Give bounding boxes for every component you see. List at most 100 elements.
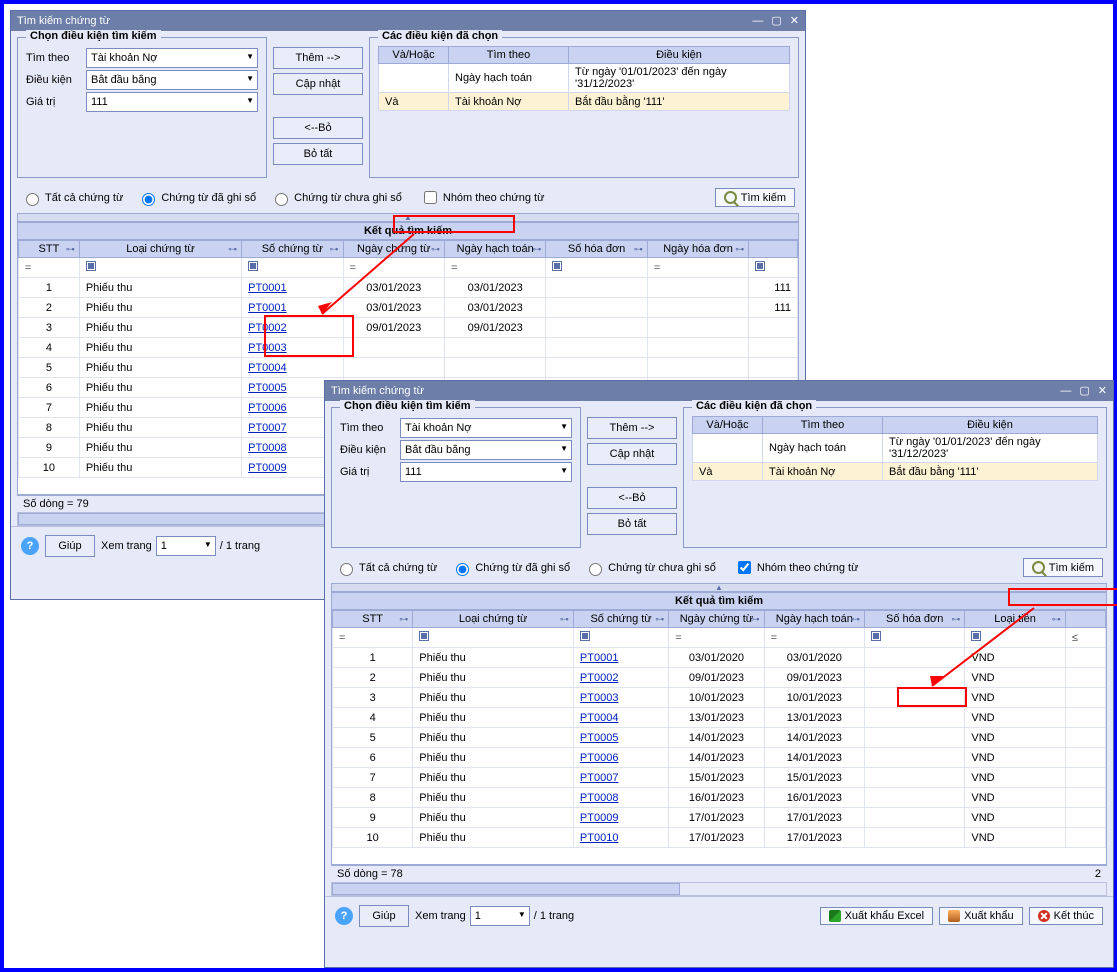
close-icon[interactable]: ✕	[790, 12, 799, 30]
grid-hdr-nht[interactable]: Ngày hạch toán⊶	[444, 241, 545, 258]
pin-icon[interactable]: ⊶	[735, 244, 744, 255]
btn-help[interactable]: Giúp	[359, 905, 409, 927]
btn-close[interactable]: Kết thúc	[1029, 907, 1103, 925]
chk-nhom[interactable]: Nhóm theo chứng từ	[420, 188, 545, 207]
field-dieukien[interactable]	[400, 440, 572, 460]
voucher-link[interactable]: PT0006	[580, 752, 619, 764]
pin-icon[interactable]: ⊶	[751, 614, 760, 625]
help-icon[interactable]: ?	[21, 537, 39, 555]
titlebar[interactable]: Tìm kiếm chứng từ — ▢ ✕	[325, 381, 1113, 401]
grid-hdr-so[interactable]: Số chứng từ⊶	[242, 241, 343, 258]
voucher-link[interactable]: PT0004	[248, 362, 287, 374]
table-row[interactable]: 2Phiếu thuPT000209/01/202309/01/2023VND	[333, 668, 1106, 688]
filter-icon[interactable]	[755, 261, 765, 271]
voucher-link[interactable]: PT0006	[248, 402, 287, 414]
pin-icon[interactable]: ⊶	[560, 614, 569, 625]
close-icon[interactable]: ✕	[1098, 382, 1107, 400]
voucher-link[interactable]: PT0009	[580, 812, 619, 824]
field-dieukien[interactable]	[86, 70, 258, 90]
table-row[interactable]: 4Phiếu thuPT000413/01/202313/01/2023VND	[333, 708, 1106, 728]
voucher-link[interactable]: PT0003	[248, 342, 287, 354]
btn-botat[interactable]: Bỏ tất	[273, 143, 363, 165]
help-icon[interactable]: ?	[335, 907, 353, 925]
btn-bo[interactable]: <--Bỏ	[587, 487, 677, 509]
table-row[interactable]: 7Phiếu thuPT000715/01/202315/01/2023VND	[333, 768, 1106, 788]
field-timtheo[interactable]	[86, 48, 258, 68]
voucher-link[interactable]: PT0004	[580, 712, 619, 724]
radio-chua[interactable]: Chứng từ chưa ghi sổ	[270, 190, 402, 206]
table-row[interactable]: 5Phiếu thuPT0004	[19, 358, 798, 378]
cond-table[interactable]: Và/Hoặc Tìm theo Điều kiện Ngày hạch toá…	[692, 416, 1098, 481]
grid-hdr-loai[interactable]: Loại chứng từ⊶	[79, 241, 241, 258]
radio-chua[interactable]: Chứng từ chưa ghi sổ	[584, 560, 716, 576]
page-input[interactable]	[470, 906, 530, 926]
table-row[interactable]: 8Phiếu thuPT000816/01/202316/01/2023VND	[333, 788, 1106, 808]
table-row[interactable]: 3Phiếu thuPT000209/01/202309/01/2023	[19, 318, 798, 338]
btn-capnhat[interactable]: Cập nhật	[587, 443, 677, 465]
splitter-collapse[interactable]: ▲	[17, 213, 799, 222]
btn-help[interactable]: Giúp	[45, 535, 95, 557]
pin-icon[interactable]: ⊶	[66, 244, 75, 255]
btn-capnhat[interactable]: Cập nhật	[273, 73, 363, 95]
voucher-link[interactable]: PT0007	[580, 772, 619, 784]
chk-nhom[interactable]: Nhóm theo chứng từ	[734, 558, 859, 577]
field-giatri[interactable]	[400, 462, 572, 482]
btn-export-excel[interactable]: Xuất khẩu Excel	[820, 907, 934, 925]
pin-icon[interactable]: ⊶	[851, 614, 860, 625]
pin-icon[interactable]: ⊶	[634, 244, 643, 255]
table-row[interactable]: 9Phiếu thuPT000917/01/202317/01/2023VND	[333, 808, 1106, 828]
radio-all[interactable]: Tất cả chứng từ	[21, 190, 123, 206]
radio-all[interactable]: Tất cả chứng từ	[335, 560, 437, 576]
table-row[interactable]: 3Phiếu thuPT000310/01/202310/01/2023VND	[333, 688, 1106, 708]
pin-icon[interactable]: ⊶	[228, 244, 237, 255]
minimize-icon[interactable]: —	[752, 12, 763, 30]
btn-export[interactable]: Xuất khẩu	[939, 907, 1023, 925]
maximize-icon[interactable]: ▢	[771, 12, 781, 30]
voucher-link[interactable]: PT0008	[580, 792, 619, 804]
grid-hdr-stt[interactable]: STT⊶	[19, 241, 80, 258]
maximize-icon[interactable]: ▢	[1079, 382, 1089, 400]
btn-bo[interactable]: <--Bỏ	[273, 117, 363, 139]
filter-icon[interactable]	[871, 631, 881, 641]
btn-them[interactable]: Thêm -->	[587, 417, 677, 439]
table-row[interactable]: 4Phiếu thuPT0003	[19, 338, 798, 358]
voucher-link[interactable]: PT0002	[248, 322, 287, 334]
btn-them[interactable]: Thêm -->	[273, 47, 363, 69]
voucher-link[interactable]: PT0008	[248, 442, 287, 454]
minimize-icon[interactable]: —	[1060, 382, 1071, 400]
filter-icon[interactable]	[86, 261, 96, 271]
cond-hdr-tt[interactable]: Tìm theo	[449, 47, 569, 64]
table-row[interactable]: 1Phiếu thuPT000103/01/202003/01/2020VND	[333, 648, 1106, 668]
grid-hdr-nct[interactable]: Ngày chứng từ⊶	[343, 241, 444, 258]
pin-icon[interactable]: ⊶	[330, 244, 339, 255]
field-timtheo[interactable]	[400, 418, 572, 438]
voucher-link[interactable]: PT0009	[248, 462, 287, 474]
voucher-link[interactable]: PT0005	[248, 382, 287, 394]
table-row[interactable]: 10Phiếu thuPT001017/01/202317/01/2023VND	[333, 828, 1106, 848]
pin-icon[interactable]: ⊶	[655, 614, 664, 625]
voucher-link[interactable]: PT0010	[580, 832, 619, 844]
cond-hdr-vh[interactable]: Và/Hoặc	[379, 47, 449, 64]
filter-icon[interactable]	[580, 631, 590, 641]
filter-icon[interactable]	[419, 631, 429, 641]
table-row[interactable]: 5Phiếu thuPT000514/01/202314/01/2023VND	[333, 728, 1106, 748]
pin-icon[interactable]: ⊶	[431, 244, 440, 255]
filter-icon[interactable]	[552, 261, 562, 271]
table-row[interactable]: 6Phiếu thuPT000614/01/202314/01/2023VND	[333, 748, 1106, 768]
h-scrollbar[interactable]	[331, 882, 1107, 896]
pin-icon[interactable]: ⊶	[1052, 614, 1061, 625]
pin-icon[interactable]: ⊶	[951, 614, 960, 625]
cond-row[interactable]: VàTài khoản NợBắt đầu bằng '111'	[693, 463, 1098, 481]
table-row[interactable]: 2Phiếu thuPT000103/01/202303/01/2023111	[19, 298, 798, 318]
voucher-link[interactable]: PT0002	[580, 672, 619, 684]
filter-icon[interactable]	[971, 631, 981, 641]
table-row[interactable]: 1Phiếu thuPT000103/01/202303/01/2023111	[19, 278, 798, 298]
cond-table[interactable]: Và/Hoặc Tìm theo Điều kiện Ngày hạch toá…	[378, 46, 790, 111]
page-input[interactable]	[156, 536, 216, 556]
radio-ghiso[interactable]: Chứng từ đã ghi sổ	[451, 560, 570, 576]
cond-row[interactable]: Ngày hạch toánTừ ngày '01/01/2023' đến n…	[379, 64, 790, 93]
btn-botat[interactable]: Bỏ tất	[587, 513, 677, 535]
grid-hdr-nhd[interactable]: Ngày hóa đơn⊶	[647, 241, 748, 258]
voucher-link[interactable]: PT0007	[248, 422, 287, 434]
voucher-link[interactable]: PT0003	[580, 692, 619, 704]
